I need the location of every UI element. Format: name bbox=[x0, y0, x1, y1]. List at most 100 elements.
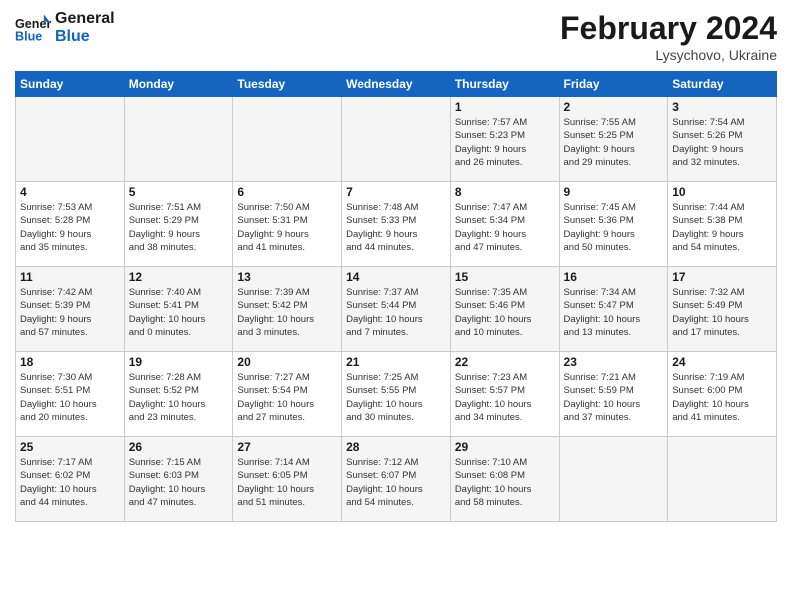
calendar-cell: 21 Sunrise: 7:25 AM Sunset: 5:55 PM Dayli… bbox=[342, 352, 451, 437]
day-number: 22 bbox=[455, 355, 555, 369]
calendar-cell: 18 Sunrise: 7:30 AM Sunset: 5:51 PM Dayli… bbox=[16, 352, 125, 437]
calendar-cell: 6 Sunrise: 7:50 AM Sunset: 5:31 PM Daylig… bbox=[233, 182, 342, 267]
day-info: Sunrise: 7:30 AM Sunset: 5:51 PM Dayligh… bbox=[20, 371, 120, 424]
calendar-cell: 16 Sunrise: 7:34 AM Sunset: 5:47 PM Dayli… bbox=[559, 267, 668, 352]
day-number: 26 bbox=[129, 440, 229, 454]
calendar-cell: 3 Sunrise: 7:54 AM Sunset: 5:26 PM Daylig… bbox=[668, 97, 777, 182]
day-info: Sunrise: 7:15 AM Sunset: 6:03 PM Dayligh… bbox=[129, 456, 229, 509]
calendar-cell: 23 Sunrise: 7:21 AM Sunset: 5:59 PM Dayli… bbox=[559, 352, 668, 437]
calendar-cell: 2 Sunrise: 7:55 AM Sunset: 5:25 PM Daylig… bbox=[559, 97, 668, 182]
day-number: 21 bbox=[346, 355, 446, 369]
calendar-cell: 22 Sunrise: 7:23 AM Sunset: 5:57 PM Dayli… bbox=[450, 352, 559, 437]
day-header-friday: Friday bbox=[559, 72, 668, 97]
day-info: Sunrise: 7:55 AM Sunset: 5:25 PM Dayligh… bbox=[564, 116, 664, 169]
calendar-cell: 26 Sunrise: 7:15 AM Sunset: 6:03 PM Dayli… bbox=[124, 437, 233, 522]
day-number: 5 bbox=[129, 185, 229, 199]
week-row-5: 25 Sunrise: 7:17 AM Sunset: 6:02 PM Dayli… bbox=[16, 437, 777, 522]
calendar-cell: 27 Sunrise: 7:14 AM Sunset: 6:05 PM Dayli… bbox=[233, 437, 342, 522]
day-header-thursday: Thursday bbox=[450, 72, 559, 97]
calendar-cell: 19Sunrise: 7:28 AM Sunset: 5:52 PM Dayli… bbox=[124, 352, 233, 437]
logo-icon: General Blue bbox=[15, 10, 51, 46]
day-info: Sunrise: 7:37 AM Sunset: 5:44 PM Dayligh… bbox=[346, 286, 446, 339]
day-number: 12 bbox=[129, 270, 229, 284]
calendar-cell: 29 Sunrise: 7:10 AM Sunset: 6:08 PM Dayli… bbox=[450, 437, 559, 522]
day-info: Sunrise: 7:32 AM Sunset: 5:49 PM Dayligh… bbox=[672, 286, 772, 339]
day-number: 11 bbox=[20, 270, 120, 284]
calendar-cell: 1Sunrise: 7:57 AM Sunset: 5:23 PM Daylig… bbox=[450, 97, 559, 182]
calendar-cell: 10 Sunrise: 7:44 AM Sunset: 5:38 PM Dayli… bbox=[668, 182, 777, 267]
day-info: Sunrise: 7:23 AM Sunset: 5:57 PM Dayligh… bbox=[455, 371, 555, 424]
calendar-cell: 28Sunrise: 7:12 AM Sunset: 6:07 PM Dayli… bbox=[342, 437, 451, 522]
day-number: 14 bbox=[346, 270, 446, 284]
day-info: Sunrise: 7:54 AM Sunset: 5:26 PM Dayligh… bbox=[672, 116, 772, 169]
day-info: Sunrise: 7:47 AM Sunset: 5:34 PM Dayligh… bbox=[455, 201, 555, 254]
day-number: 8 bbox=[455, 185, 555, 199]
logo-general: General bbox=[55, 10, 115, 28]
logo: General Blue General Blue bbox=[15, 10, 115, 46]
day-info: Sunrise: 7:44 AM Sunset: 5:38 PM Dayligh… bbox=[672, 201, 772, 254]
day-number: 27 bbox=[237, 440, 337, 454]
day-info: Sunrise: 7:35 AM Sunset: 5:46 PM Dayligh… bbox=[455, 286, 555, 339]
day-info: Sunrise: 7:40 AM Sunset: 5:41 PM Dayligh… bbox=[129, 286, 229, 339]
day-info: Sunrise: 7:17 AM Sunset: 6:02 PM Dayligh… bbox=[20, 456, 120, 509]
svg-text:Blue: Blue bbox=[15, 30, 42, 44]
title-block: February 2024 Lysychovo, Ukraine bbox=[560, 10, 777, 63]
day-info: Sunrise: 7:12 AM Sunset: 6:07 PM Dayligh… bbox=[346, 456, 446, 509]
day-number: 9 bbox=[564, 185, 664, 199]
day-info: Sunrise: 7:53 AM Sunset: 5:28 PM Dayligh… bbox=[20, 201, 120, 254]
day-number: 23 bbox=[564, 355, 664, 369]
calendar-cell: 4 Sunrise: 7:53 AM Sunset: 5:28 PM Daylig… bbox=[16, 182, 125, 267]
day-number: 16 bbox=[564, 270, 664, 284]
day-number: 4 bbox=[20, 185, 120, 199]
calendar-cell bbox=[124, 97, 233, 182]
calendar-cell bbox=[16, 97, 125, 182]
day-info: Sunrise: 7:25 AM Sunset: 5:55 PM Dayligh… bbox=[346, 371, 446, 424]
day-number: 7 bbox=[346, 185, 446, 199]
calendar-cell: 12 Sunrise: 7:40 AM Sunset: 5:41 PM Dayli… bbox=[124, 267, 233, 352]
day-info: Sunrise: 7:19 AM Sunset: 6:00 PM Dayligh… bbox=[672, 371, 772, 424]
day-header-sunday: Sunday bbox=[16, 72, 125, 97]
calendar-table: SundayMondayTuesdayWednesdayThursdayFrid… bbox=[15, 71, 777, 522]
calendar-cell bbox=[233, 97, 342, 182]
calendar-cell bbox=[342, 97, 451, 182]
week-row-4: 18 Sunrise: 7:30 AM Sunset: 5:51 PM Dayli… bbox=[16, 352, 777, 437]
day-number: 15 bbox=[455, 270, 555, 284]
week-row-1: 1Sunrise: 7:57 AM Sunset: 5:23 PM Daylig… bbox=[16, 97, 777, 182]
calendar-cell: 11 Sunrise: 7:42 AM Sunset: 5:39 PM Dayli… bbox=[16, 267, 125, 352]
day-number: 20 bbox=[237, 355, 337, 369]
day-number: 18 bbox=[20, 355, 120, 369]
day-number: 10 bbox=[672, 185, 772, 199]
day-number: 24 bbox=[672, 355, 772, 369]
day-header-monday: Monday bbox=[124, 72, 233, 97]
day-number: 25 bbox=[20, 440, 120, 454]
day-info: Sunrise: 7:45 AM Sunset: 5:36 PM Dayligh… bbox=[564, 201, 664, 254]
calendar-cell: 20Sunrise: 7:27 AM Sunset: 5:54 PM Dayli… bbox=[233, 352, 342, 437]
calendar-cell: 14 Sunrise: 7:37 AM Sunset: 5:44 PM Dayli… bbox=[342, 267, 451, 352]
calendar-cell bbox=[668, 437, 777, 522]
day-number: 2 bbox=[564, 100, 664, 114]
day-number: 13 bbox=[237, 270, 337, 284]
day-info: Sunrise: 7:28 AM Sunset: 5:52 PM Dayligh… bbox=[129, 371, 229, 424]
day-number: 3 bbox=[672, 100, 772, 114]
page-header: General Blue General Blue February 2024 … bbox=[15, 10, 777, 63]
day-number: 6 bbox=[237, 185, 337, 199]
day-info: Sunrise: 7:14 AM Sunset: 6:05 PM Dayligh… bbox=[237, 456, 337, 509]
calendar-header: SundayMondayTuesdayWednesdayThursdayFrid… bbox=[16, 72, 777, 97]
day-number: 29 bbox=[455, 440, 555, 454]
day-info: Sunrise: 7:42 AM Sunset: 5:39 PM Dayligh… bbox=[20, 286, 120, 339]
day-number: 17 bbox=[672, 270, 772, 284]
calendar-cell: 13 Sunrise: 7:39 AM Sunset: 5:42 PM Dayli… bbox=[233, 267, 342, 352]
day-info: Sunrise: 7:39 AM Sunset: 5:42 PM Dayligh… bbox=[237, 286, 337, 339]
week-row-2: 4 Sunrise: 7:53 AM Sunset: 5:28 PM Daylig… bbox=[16, 182, 777, 267]
day-info: Sunrise: 7:21 AM Sunset: 5:59 PM Dayligh… bbox=[564, 371, 664, 424]
calendar-cell: 8 Sunrise: 7:47 AM Sunset: 5:34 PM Daylig… bbox=[450, 182, 559, 267]
day-number: 1 bbox=[455, 100, 555, 114]
week-row-3: 11 Sunrise: 7:42 AM Sunset: 5:39 PM Dayli… bbox=[16, 267, 777, 352]
logo-blue: Blue bbox=[55, 28, 115, 46]
calendar-body: 1Sunrise: 7:57 AM Sunset: 5:23 PM Daylig… bbox=[16, 97, 777, 522]
day-info: Sunrise: 7:34 AM Sunset: 5:47 PM Dayligh… bbox=[564, 286, 664, 339]
day-info: Sunrise: 7:51 AM Sunset: 5:29 PM Dayligh… bbox=[129, 201, 229, 254]
day-info: Sunrise: 7:10 AM Sunset: 6:08 PM Dayligh… bbox=[455, 456, 555, 509]
day-info: Sunrise: 7:50 AM Sunset: 5:31 PM Dayligh… bbox=[237, 201, 337, 254]
calendar-cell: 5 Sunrise: 7:51 AM Sunset: 5:29 PM Daylig… bbox=[124, 182, 233, 267]
